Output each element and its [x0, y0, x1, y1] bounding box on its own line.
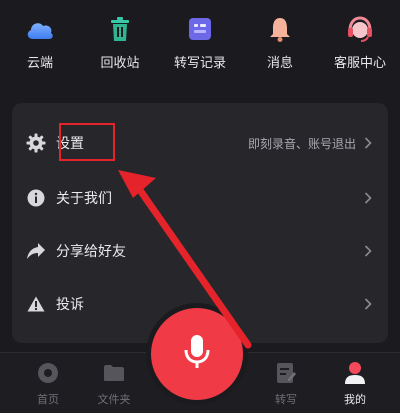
transcript-records-icon	[185, 14, 215, 44]
user-profile-icon	[343, 361, 367, 385]
menu-item-label: 关于我们	[56, 191, 112, 207]
menu-item-share[interactable]: 分享给好友	[12, 224, 388, 278]
quick-action-recycle-bin[interactable]: 回收站	[82, 0, 158, 71]
chevron-right-icon	[364, 137, 378, 149]
quick-action-label: 转写记录	[173, 56, 226, 71]
quick-action-label: 回收站	[100, 56, 140, 71]
nav-tab-home[interactable]: 首页	[18, 361, 78, 407]
folder-icon	[102, 361, 126, 385]
nav-tab-transcribe[interactable]: 转写	[256, 361, 316, 407]
quick-action-messages[interactable]: 消息	[242, 0, 318, 71]
chevron-right-icon	[364, 192, 378, 204]
record-button[interactable]	[151, 308, 243, 400]
settings-hint-text: 即刻录音、账号退出	[247, 136, 356, 151]
nav-tab-label: 首页	[37, 393, 59, 406]
microphone-icon	[183, 333, 211, 375]
share-arrow-icon	[25, 240, 47, 262]
nav-tab-folder[interactable]: 文件夹	[84, 361, 144, 407]
menu-item-about-us[interactable]: 关于我们	[12, 171, 388, 225]
quick-actions-row: 云端 回收站 转写记录 消息 客服中心	[0, 0, 400, 90]
quick-action-label: 消息	[266, 56, 293, 71]
settings-highlight-annotation	[59, 123, 115, 161]
menu-item-label: 分享给好友	[56, 244, 126, 260]
settings-menu-card: 设置 即刻录音、账号退出 关于我们 分享给好友 投诉	[12, 103, 388, 343]
gear-icon	[25, 132, 47, 154]
info-icon	[25, 187, 47, 209]
nav-tab-label: 文件夹	[97, 393, 131, 406]
home-disc-icon	[36, 361, 60, 385]
bell-icon	[265, 14, 295, 44]
nav-tab-mine[interactable]: 我的	[325, 361, 385, 407]
trash-icon	[105, 14, 135, 44]
quick-action-cloud[interactable]: 云端	[2, 0, 78, 71]
cloud-icon	[25, 14, 55, 44]
quick-action-customer-service[interactable]: 客服中心	[322, 0, 398, 71]
headset-icon	[345, 14, 375, 44]
nav-tab-label: 我的	[344, 393, 366, 406]
chevron-right-icon	[364, 245, 378, 257]
quick-action-transcript-records[interactable]: 转写记录	[162, 0, 238, 71]
transcribe-doc-icon	[274, 361, 298, 385]
chevron-right-icon	[364, 298, 378, 310]
menu-item-label: 投诉	[56, 297, 84, 313]
warning-icon	[25, 293, 47, 315]
nav-tab-label: 转写	[275, 393, 297, 406]
quick-action-label: 客服中心	[333, 56, 386, 71]
quick-action-label: 云端	[26, 56, 53, 71]
